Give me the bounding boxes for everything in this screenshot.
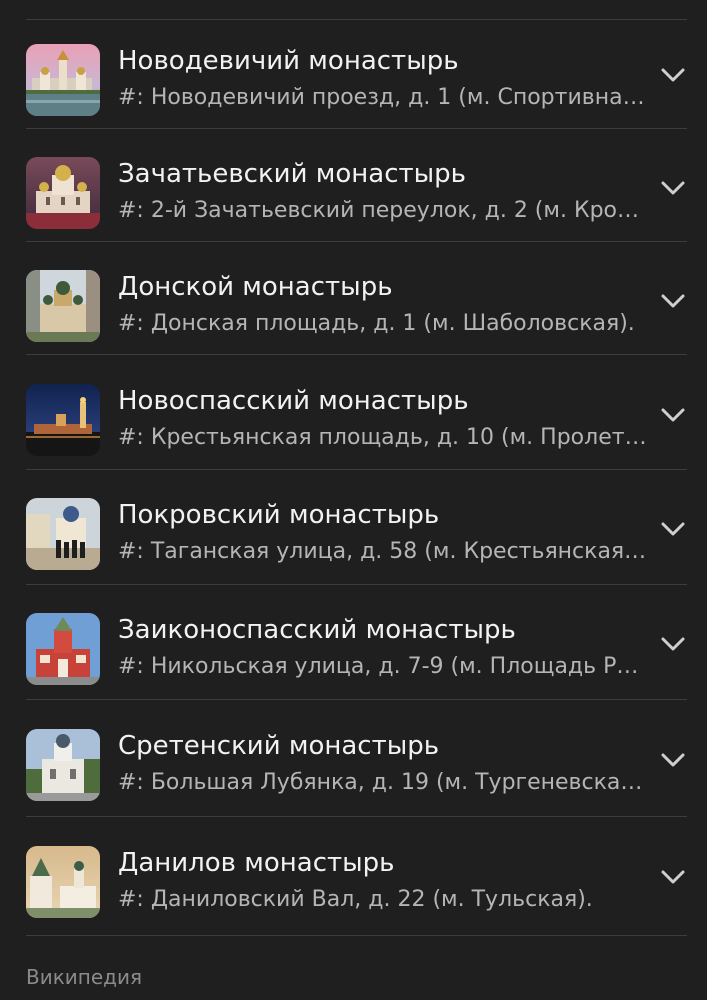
monastery-address: #: Даниловский Вал, д. 22 (м. Тульская). xyxy=(118,887,593,912)
chevron-down-icon[interactable] xyxy=(656,64,690,88)
zachatievsky-thumbnail[interactable] xyxy=(26,157,100,229)
zachatievsky-photo-icon xyxy=(26,157,100,229)
novospassky-thumbnail[interactable] xyxy=(26,384,100,456)
monastery-list-page: Новодевичий монастырь #: Новодевичий про… xyxy=(0,0,707,1000)
chevron-down-icon[interactable] xyxy=(656,290,690,314)
divider xyxy=(26,241,687,242)
source-link[interactable]: Википедия xyxy=(26,964,142,990)
chevron-down-icon[interactable] xyxy=(656,633,690,657)
monastery-title: Заиконоспасский монастырь xyxy=(118,615,516,645)
donskoy-photo-icon xyxy=(26,270,100,342)
novodevichy-thumbnail[interactable] xyxy=(26,44,100,116)
divider xyxy=(26,816,687,817)
list-item-danilov[interactable]: Данилов монастырь #: Даниловский Вал, д.… xyxy=(0,822,707,936)
pokrovsky-thumbnail[interactable] xyxy=(26,498,100,570)
list-item-zaikonospassky[interactable]: Заиконоспасский монастырь #: Никольская … xyxy=(0,589,707,703)
monastery-title: Сретенский монастырь xyxy=(118,731,440,761)
novospassky-photo-icon xyxy=(26,384,100,456)
monastery-address: #: Никольская улица, д. 7-9 (м. Площадь … xyxy=(118,654,648,679)
divider xyxy=(26,935,687,936)
list-item-pokrovsky[interactable]: Покровский монастырь #: Таганская улица,… xyxy=(0,474,707,588)
monastery-address: #: Таганская улица, д. 58 (м. Крестьянск… xyxy=(118,539,648,564)
monastery-title: Данилов монастырь xyxy=(118,848,395,878)
divider xyxy=(26,584,687,585)
monastery-title: Новоспасский монастырь xyxy=(118,386,469,416)
chevron-down-icon[interactable] xyxy=(656,866,690,890)
monastery-address: #: Большая Лубянка, д. 19 (м. Тургеневск… xyxy=(118,770,648,795)
chevron-down-icon[interactable] xyxy=(656,518,690,542)
novodevichy-photo-icon xyxy=(26,44,100,116)
list-item-sretensky[interactable]: Сретенский монастырь #: Большая Лубянка,… xyxy=(0,705,707,819)
monastery-address: #: Крестьянская площадь, д. 10 (м. Проле… xyxy=(118,425,648,450)
chevron-down-icon[interactable] xyxy=(656,404,690,428)
zaikonospassky-thumbnail[interactable] xyxy=(26,613,100,685)
monastery-address: #: Новодевичий проезд, д. 1 (м. Спортивн… xyxy=(118,85,648,110)
sretensky-thumbnail[interactable] xyxy=(26,729,100,801)
divider xyxy=(26,699,687,700)
zaikonospassky-photo-icon xyxy=(26,613,100,685)
divider xyxy=(26,128,687,129)
sretensky-photo-icon xyxy=(26,729,100,801)
divider xyxy=(26,354,687,355)
chevron-down-icon[interactable] xyxy=(656,749,690,773)
monastery-title: Зачатьевский монастырь xyxy=(118,159,466,189)
danilov-photo-icon xyxy=(26,846,100,918)
danilov-thumbnail[interactable] xyxy=(26,846,100,918)
monastery-address: #: 2-й Зачатьевский переулок, д. 2 (м. К… xyxy=(118,198,648,223)
monastery-address: #: Донская площадь, д. 1 (м. Шаболовская… xyxy=(118,311,635,336)
donskoy-thumbnail[interactable] xyxy=(26,270,100,342)
list-item-novospassky[interactable]: Новоспасский монастырь #: Крестьянская п… xyxy=(0,360,707,474)
pokrovsky-photo-icon xyxy=(26,498,100,570)
list-item-novodevichy[interactable]: Новодевичий монастырь #: Новодевичий про… xyxy=(0,20,707,134)
list-item-zachatievsky[interactable]: Зачатьевский монастырь #: 2-й Зачатьевск… xyxy=(0,133,707,247)
monastery-title: Донской монастырь xyxy=(118,272,393,302)
list-item-donskoy[interactable]: Донской монастырь #: Донская площадь, д.… xyxy=(0,246,707,360)
monastery-title: Покровский монастырь xyxy=(118,500,440,530)
chevron-down-icon[interactable] xyxy=(656,177,690,201)
monastery-title: Новодевичий монастырь xyxy=(118,46,459,76)
divider xyxy=(26,469,687,470)
